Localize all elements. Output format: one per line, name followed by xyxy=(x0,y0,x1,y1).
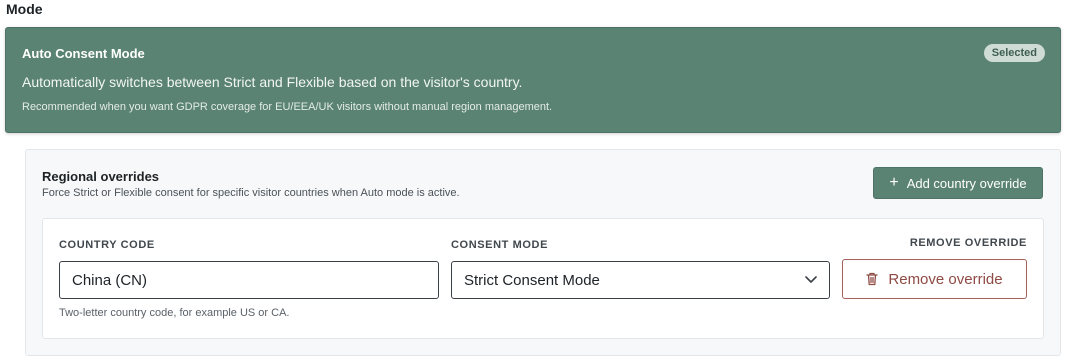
trash-icon xyxy=(866,272,879,286)
remove-override-button-label: Remove override xyxy=(888,270,1003,288)
country-code-label: COUNTRY CODE xyxy=(59,239,155,251)
regional-overrides-panel: Regional overrides Force Strict or Flexi… xyxy=(25,149,1061,356)
remove-override-button[interactable]: Remove override xyxy=(842,259,1027,299)
selected-badge: Selected xyxy=(983,44,1045,62)
country-code-input[interactable] xyxy=(59,261,439,299)
consent-mode-select[interactable]: Strict Consent Mode xyxy=(451,261,830,299)
regional-overrides-title: Regional overrides xyxy=(42,169,160,184)
remove-override-label: REMOVE OVERRIDE xyxy=(909,237,1027,249)
country-code-help: Two-letter country code, for example US … xyxy=(59,307,290,319)
chevron-down-icon xyxy=(805,276,817,283)
auto-mode-note: Recommended when you want GDPR coverage … xyxy=(22,101,553,113)
section-title: Mode xyxy=(6,1,43,17)
add-country-override-label: Add country override xyxy=(906,175,1027,191)
override-row: COUNTRY CODE CONSENT MODE REMOVE OVERRID… xyxy=(42,218,1044,339)
auto-mode-title: Auto Consent Mode xyxy=(22,46,145,61)
auto-consent-mode-card[interactable]: Auto Consent Mode Selected Automatically… xyxy=(5,27,1061,133)
consent-mode-settings: Mode Auto Consent Mode Selected Automati… xyxy=(0,0,1071,363)
add-country-override-button[interactable]: + Add country override xyxy=(873,167,1043,199)
consent-mode-label: CONSENT MODE xyxy=(451,239,549,251)
auto-mode-description: Automatically switches between Strict an… xyxy=(22,74,523,90)
plus-icon: + xyxy=(889,173,899,191)
regional-overrides-description: Force Strict or Flexible consent for spe… xyxy=(42,187,460,199)
consent-mode-value: Strict Consent Mode xyxy=(464,271,600,289)
